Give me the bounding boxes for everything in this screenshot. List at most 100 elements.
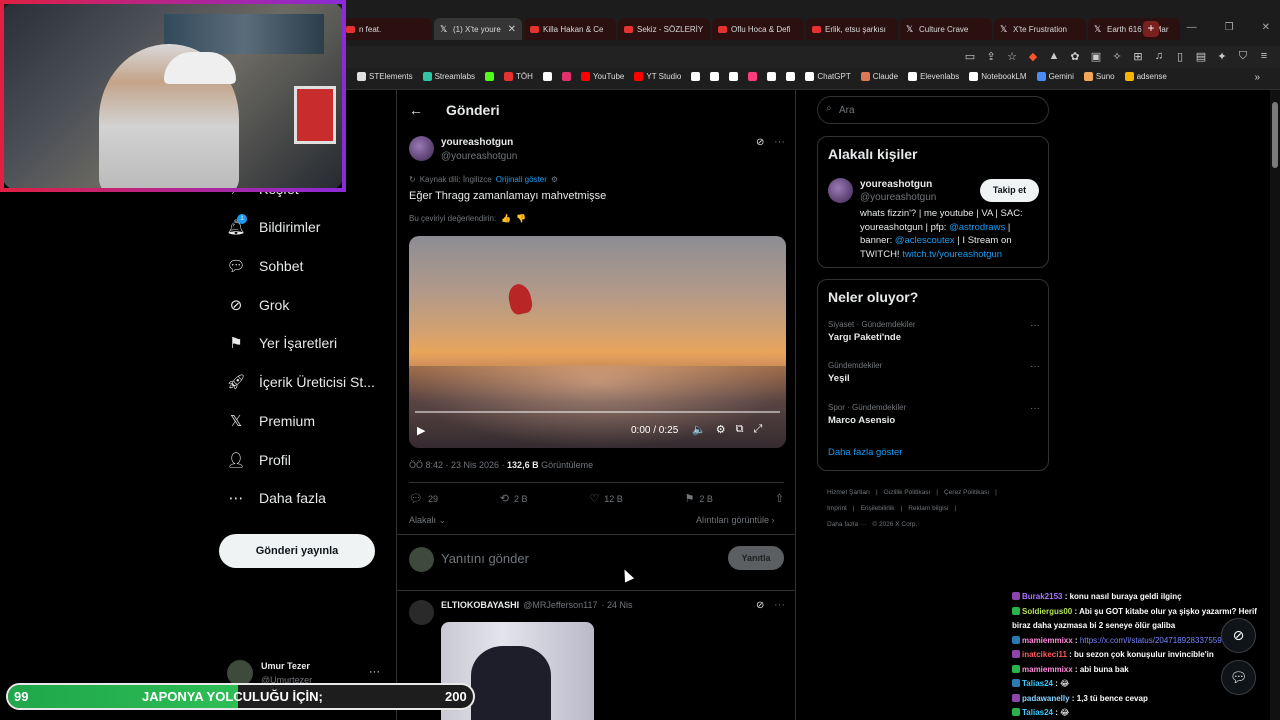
- bookmark-item[interactable]: Gemini: [1036, 72, 1074, 81]
- browser-tab[interactable]: Erlik, etsu şarkısı: [806, 18, 898, 40]
- ai-icon[interactable]: ✦: [1216, 50, 1228, 63]
- sort-replies-dropdown[interactable]: Alakalı ⌄: [409, 515, 446, 526]
- trend-item[interactable]: Spor · Gündemdekiler Marco Asensio ···: [828, 403, 1040, 426]
- settings-icon[interactable]: ⚙: [716, 423, 726, 436]
- reply-date[interactable]: · 24 Nis: [602, 600, 633, 610]
- reply-author-name[interactable]: ELTIOKOBAYASHI: [441, 600, 519, 610]
- related-person-handle[interactable]: @youreashotgun: [860, 192, 936, 203]
- bookmark-item[interactable]: YT Studio: [634, 72, 681, 81]
- extensions-puzzle-icon[interactable]: ⊞: [1132, 50, 1144, 63]
- bookmark-item[interactable]: NotebookLM: [969, 72, 1027, 81]
- fullscreen-icon[interactable]: ⤢: [753, 423, 762, 436]
- play-icon[interactable]: ▶: [417, 424, 425, 437]
- repost-action[interactable]: ⟲ 2 B: [500, 492, 528, 505]
- share-action[interactable]: ⇧: [775, 492, 784, 505]
- footer-link[interactable]: Çerez Politikası: [944, 489, 989, 496]
- browser-tab[interactable]: 𝕏 X'te Frustration: [994, 18, 1086, 40]
- extension-icon[interactable]: ✿: [1069, 50, 1081, 63]
- browser-tab[interactable]: Killa Hakan & Ce: [524, 18, 616, 40]
- bookmark-item[interactable]: [786, 72, 796, 81]
- footer-link[interactable]: Daha fazla ···: [827, 521, 866, 528]
- bookmark-item[interactable]: [542, 72, 552, 81]
- bookmark-action[interactable]: ⚑ 2 B: [685, 492, 713, 505]
- footer-link[interactable]: © 2026 X Corp.: [872, 521, 917, 528]
- grok-floating-button[interactable]: ⊘: [1221, 618, 1256, 653]
- footer-link[interactable]: Hizmet Şartları: [827, 489, 870, 496]
- reply-author-avatar[interactable]: [409, 600, 434, 625]
- account-more-button[interactable]: ···: [369, 666, 380, 678]
- bio-mention-link[interactable]: @astrodraws: [949, 222, 1005, 233]
- post-button[interactable]: Gönderi yayınla: [219, 534, 375, 568]
- share-icon[interactable]: ⇪: [985, 50, 997, 63]
- browser-tab[interactable]: Sekiz - SÖZLERİY: [618, 18, 710, 40]
- minimize-button[interactable]: —: [1187, 22, 1197, 33]
- video-progress-bar[interactable]: [415, 411, 780, 413]
- footer-link[interactable]: Erişilebilirlik: [861, 505, 895, 512]
- bookmark-item[interactable]: [561, 72, 571, 81]
- reply-input[interactable]: Yanıtını gönder: [441, 551, 529, 566]
- post-timestamp[interactable]: ÖÖ 8:42 · 23 Nis 2026 ·: [409, 460, 507, 470]
- nav-item-5[interactable]: 🚀︎ İçerik Üreticisi St...: [226, 373, 374, 391]
- bookmark-item[interactable]: [710, 72, 720, 81]
- related-person-name[interactable]: youreashotgun: [860, 179, 932, 190]
- browser-tab[interactable]: 𝕏 Earth 616 (@Mar: [1088, 18, 1180, 40]
- browser-tab[interactable]: 𝕏 Culture Crave: [900, 18, 992, 40]
- extension-icon[interactable]: ▣: [1090, 50, 1102, 63]
- new-tab-button[interactable]: +: [1143, 21, 1159, 37]
- volume-icon[interactable]: 🔈: [692, 423, 706, 436]
- bookmark-star-icon[interactable]: ☆: [1006, 50, 1018, 63]
- trend-item[interactable]: Siyaset · Gündemdekiler Yargı Paketi'nde ·…: [828, 320, 1040, 343]
- browser-tab[interactable]: n feat.: [340, 18, 432, 40]
- thumbs-down-icon[interactable]: 👎: [516, 214, 526, 223]
- trend-more-icon[interactable]: ···: [1030, 361, 1040, 372]
- bookmark-item[interactable]: [748, 72, 758, 81]
- wallet-icon[interactable]: ▤: [1195, 50, 1207, 63]
- trend-more-icon[interactable]: ···: [1030, 320, 1040, 331]
- footer-link[interactable]: Gizlilik Politikası: [884, 489, 931, 496]
- grok-icon[interactable]: ⊘: [756, 600, 764, 611]
- maximize-button[interactable]: ❐: [1225, 22, 1234, 33]
- screenshot-icon[interactable]: ▭: [964, 50, 976, 63]
- post-more-icon[interactable]: ···: [774, 136, 785, 148]
- show-more-link[interactable]: Daha fazla göster: [828, 447, 902, 458]
- nav-item-7[interactable]: 👤︎ Profil: [226, 451, 290, 469]
- like-action[interactable]: ♡ 12 B: [589, 492, 622, 505]
- nav-item-3[interactable]: ⊘ Grok: [227, 296, 290, 314]
- settings-icon[interactable]: ⚙: [551, 175, 558, 184]
- bookmark-item[interactable]: STElements: [357, 72, 413, 81]
- bookmark-item[interactable]: Claude: [860, 72, 898, 81]
- bookmark-item[interactable]: Streamlabs: [422, 72, 475, 81]
- bookmark-item[interactable]: YouTube: [580, 72, 624, 81]
- account-name[interactable]: Umur Tezer: [261, 661, 310, 671]
- bookmark-item[interactable]: TÖH: [504, 72, 533, 81]
- bookmark-item[interactable]: [691, 72, 701, 81]
- show-original-link[interactable]: Orijinali göster: [496, 175, 547, 184]
- search-input[interactable]: Ara: [817, 96, 1049, 124]
- author-name[interactable]: youreashotgun: [441, 137, 513, 148]
- reply-action[interactable]: 💬︎ 29: [409, 492, 438, 505]
- video-player[interactable]: ▶ 0:00 / 0:25 🔈 ⚙ ⧉ ⤢: [409, 236, 786, 448]
- extension-icon[interactable]: ✧: [1111, 50, 1123, 63]
- bookmarks-overflow-button[interactable]: »: [1254, 72, 1260, 83]
- close-tab-icon[interactable]: ✕: [508, 24, 516, 35]
- trend-item[interactable]: Gündemdekiler Yeşil ···: [828, 361, 1040, 384]
- trend-more-icon[interactable]: ···: [1030, 403, 1040, 414]
- media-icon[interactable]: ♫: [1153, 50, 1165, 63]
- bookmark-item[interactable]: ChatGPT: [805, 72, 851, 81]
- footer-link[interactable]: Imprint: [827, 505, 847, 512]
- messages-floating-button[interactable]: 💬︎: [1221, 660, 1256, 695]
- close-window-button[interactable]: ✕: [1262, 22, 1270, 33]
- bookmark-item[interactable]: [729, 72, 739, 81]
- nav-item-1[interactable]: 🔔︎ 1 Bildirimler: [226, 214, 320, 236]
- sidebar-icon[interactable]: ▯: [1174, 50, 1186, 63]
- related-person-avatar[interactable]: [828, 178, 853, 203]
- follow-button[interactable]: Takip et: [980, 179, 1039, 202]
- nav-item-8[interactable]: ⋯ Daha fazla: [227, 489, 326, 507]
- bookmark-item[interactable]: adsense: [1124, 72, 1167, 81]
- thumbs-up-icon[interactable]: 👍: [501, 214, 511, 223]
- author-avatar[interactable]: [409, 136, 434, 161]
- menu-icon[interactable]: ≡: [1258, 50, 1270, 63]
- vpn-icon[interactable]: ⛉: [1237, 50, 1249, 63]
- picture-in-picture-icon[interactable]: ⧉: [736, 423, 744, 436]
- reply-author-handle[interactable]: @MRJefferson117: [523, 600, 597, 610]
